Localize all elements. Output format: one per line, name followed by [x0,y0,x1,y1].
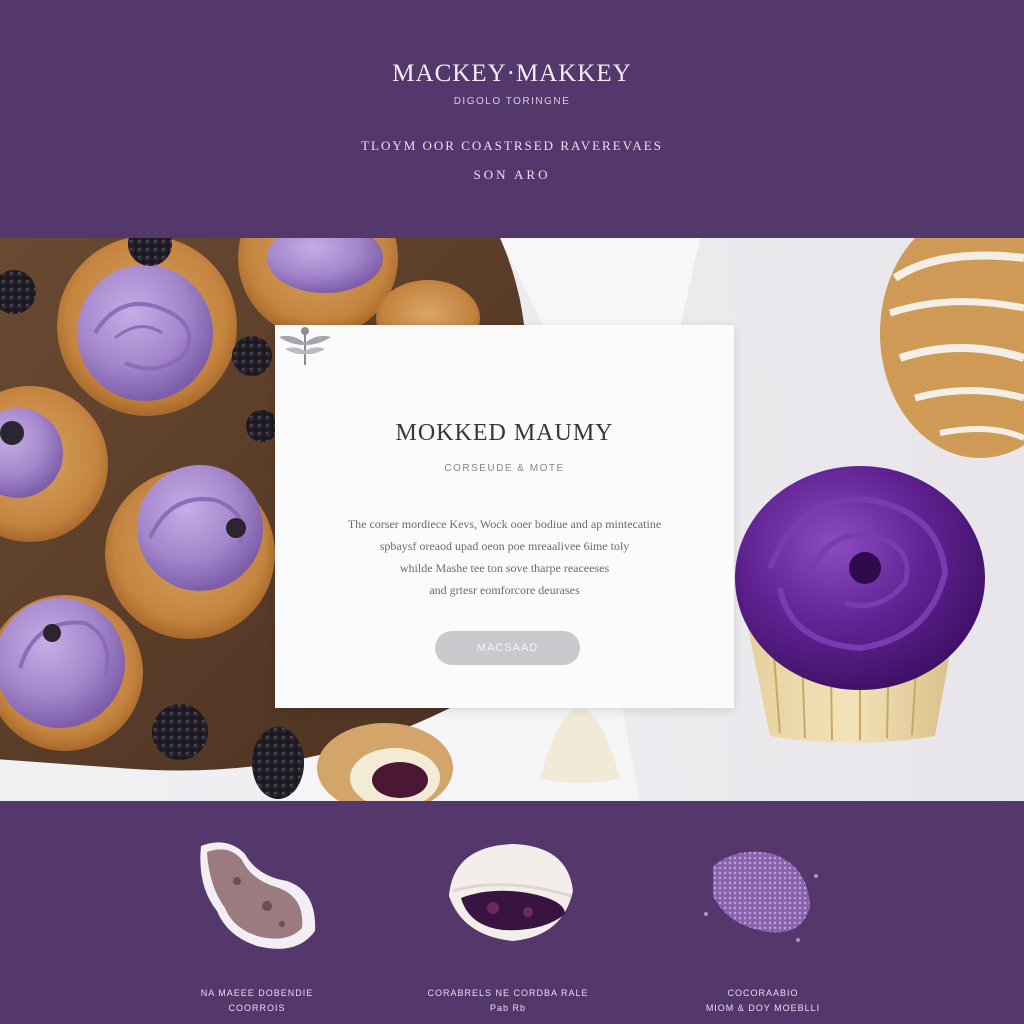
wheat-emblem-icon [279,327,331,365]
card-action-button[interactable]: MACSAAD [435,631,580,665]
card-description-line: whilde Mashe tee ton sove tharpe reacees… [399,561,610,575]
chocolate-pastry-icon [200,842,316,949]
card-description: The corser mordiece Kevs, Wock ooer bodi… [315,513,694,601]
lavender-sugar-icon [704,851,818,942]
card-description-line: and grtesr eomforcore deurases [429,583,580,597]
feature-item[interactable]: NA MAEEE DOBENDIE COORROIS [137,801,377,1024]
featured-card: MOKKED MAUMY CORSEUDE & MOTE The corser … [275,325,734,708]
site-header: MACKEY·MAKKEY DIGOLO TORINGNE TLOYM OOR … [0,0,1024,238]
feature-sublabel: COORROIS [228,1003,286,1013]
card-description-line: The corser mordiece Kevs, Wock ooer bodi… [347,517,662,531]
feature-sublabel: MIOM & DOY MOEBLLI [705,1003,821,1013]
brand-subtitle: DIGOLO TORINGNE [453,96,571,107]
header-tagline: TLOYM OOR COASTRSED RAVEREVAES [361,138,663,153]
card-description-line: spbaysf oreaod upad oeon poe mreaalivee … [379,539,630,553]
card-title: MOKKED MAUMY [395,420,614,446]
blackberry [252,727,304,799]
feature-sublabel: Pab Rb [489,1003,527,1013]
blackberry [152,704,208,760]
hero-banner: MOKKED MAUMY CORSEUDE & MOTE The corser … [0,238,1024,801]
glazed-pastry [880,238,1024,458]
blackberry [246,410,278,442]
feature-label: CORABRELS NE CORDBA RALE [427,988,589,998]
feature-item[interactable]: CORABRELS NE CORDBA RALE Pab Rb [388,801,628,1024]
brand-logo-text[interactable]: MACKEY·MAKKEY [0,60,1024,88]
purple-cupcake [735,466,985,743]
header-cta-link[interactable]: SON ARO [0,167,1024,183]
feature-item[interactable]: COCORAABIO MIOM & DOY MOEBLLI [643,801,883,1024]
features-strip: NA MAEEE DOBENDIE COORROIS CORABRELS NE … [0,801,1024,1024]
feature-label: COCORAABIO [727,988,799,998]
feature-label: NA MAEEE DOBENDIE [200,988,314,998]
card-subtitle: CORSEUDE & MOTE [444,463,565,474]
berry-bun-icon [449,844,573,941]
blackberry [232,336,272,376]
